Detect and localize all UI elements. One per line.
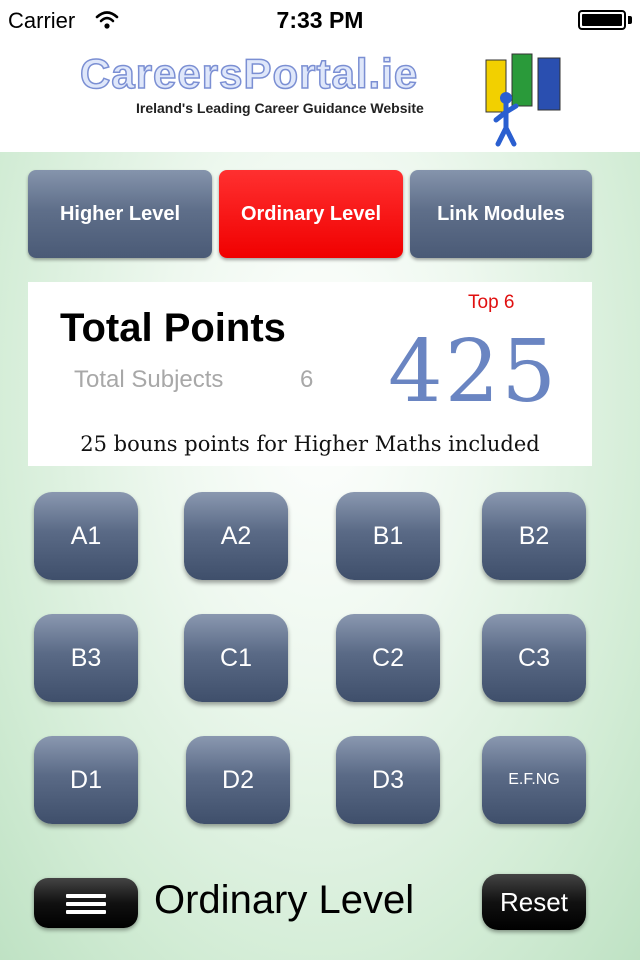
grade-button-a2[interactable]: A2 (184, 492, 288, 580)
battery-icon (578, 10, 626, 30)
reset-button[interactable]: Reset (482, 874, 586, 930)
tab-ordinary-level[interactable]: Ordinary Level (219, 170, 403, 258)
main-panel: Higher Level Ordinary Level Link Modules… (0, 152, 640, 960)
logo-text: CareersPortal.ie (79, 49, 419, 98)
grade-button-a1[interactable]: A1 (34, 492, 138, 580)
hamburger-icon (66, 894, 106, 898)
total-subjects-count: 6 (300, 366, 314, 393)
grade-button-c2[interactable]: C2 (336, 614, 440, 702)
logo-header: CareersPortal.ie Ireland's Leading Caree… (0, 40, 640, 152)
grade-button-c3[interactable]: C3 (482, 614, 586, 702)
grade-button-efng[interactable]: E.F.NG (482, 736, 586, 824)
status-bar: Carrier 7:33 PM (0, 0, 640, 40)
top-subjects-label: Top 6 (468, 292, 515, 313)
grade-button-d1[interactable]: D1 (34, 736, 138, 824)
grade-button-d2[interactable]: D2 (186, 736, 290, 824)
total-points-title: Total Points (60, 306, 286, 350)
grade-button-b1[interactable]: B1 (336, 492, 440, 580)
grade-button-c1[interactable]: C1 (184, 614, 288, 702)
total-points-value: 425 (388, 322, 559, 422)
doors-logo-icon (485, 53, 561, 147)
total-subjects-label: Total Subjects (74, 366, 224, 393)
points-panel: Total Points Total Subjects 6 Top 6 425 … (28, 282, 592, 466)
menu-button[interactable] (34, 878, 138, 928)
tab-higher-level[interactable]: Higher Level (28, 170, 212, 258)
grade-button-b2[interactable]: B2 (482, 492, 586, 580)
grade-button-b3[interactable]: B3 (34, 614, 138, 702)
tab-link-modules[interactable]: Link Modules (410, 170, 592, 258)
logo-tagline: Ireland's Leading Career Guidance Websit… (136, 100, 424, 116)
grade-button-d3[interactable]: D3 (336, 736, 440, 824)
bonus-note: 25 bouns points for Higher Maths include… (80, 432, 540, 456)
current-level-label: Ordinary Level (154, 878, 415, 922)
clock: 7:33 PM (276, 7, 364, 33)
